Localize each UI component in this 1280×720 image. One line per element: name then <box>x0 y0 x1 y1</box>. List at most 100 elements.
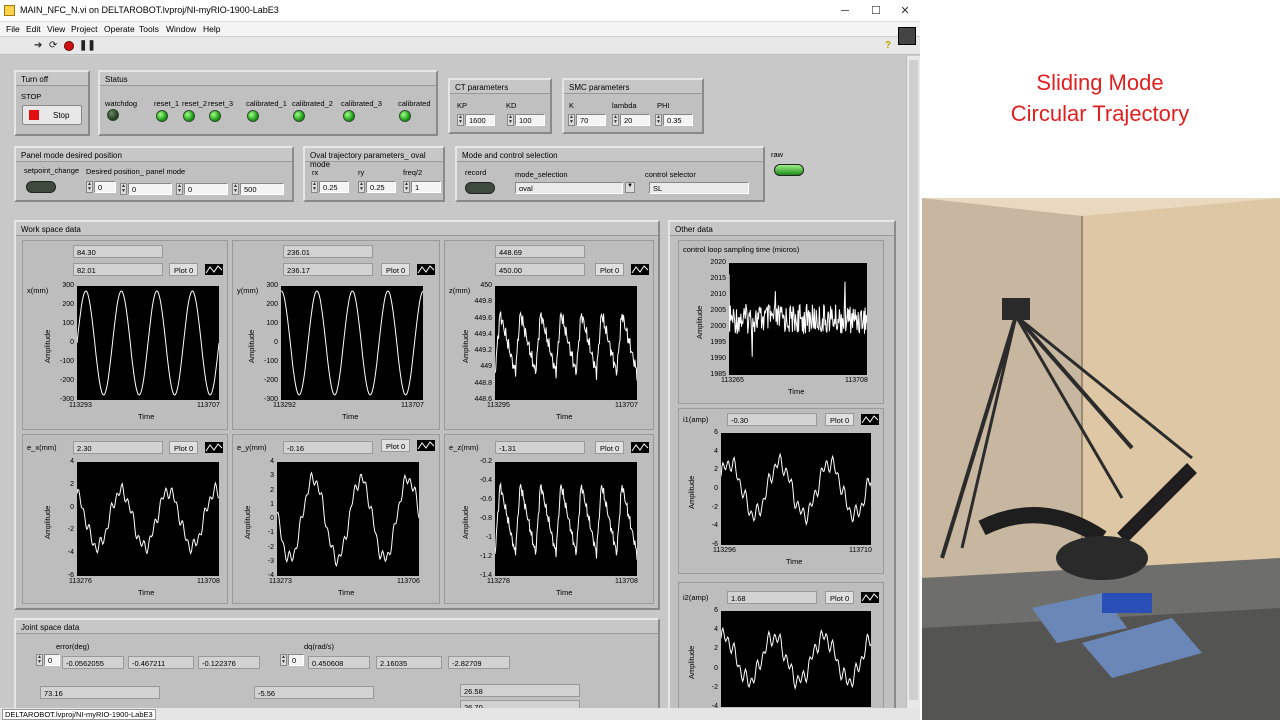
workspace-title: Work space data <box>16 222 658 236</box>
panelmode-title: Panel mode desired position <box>16 148 292 162</box>
ry-label: ry <box>358 168 365 177</box>
kd-input[interactable]: 100 <box>515 114 545 126</box>
desired-y-spin[interactable]: ▲ ▼ <box>176 183 183 195</box>
menu-project[interactable]: Project <box>71 24 97 34</box>
error-index[interactable]: 0 <box>44 654 60 666</box>
pause-icon[interactable]: ❚❚ <box>79 40 96 51</box>
dq-index-spin[interactable]: ▲ ▼ <box>280 654 287 666</box>
help-icon[interactable]: ? <box>885 40 891 51</box>
ez-plot-legend[interactable]: Plot 0 <box>595 441 625 454</box>
i1-plot-label: Plot 0 <box>830 416 850 425</box>
menu-edit[interactable]: Edit <box>26 24 41 34</box>
abort-icon[interactable] <box>64 41 74 51</box>
vi-icon <box>898 27 916 45</box>
desired-index-spin[interactable]: ▲ ▼ <box>86 181 93 193</box>
menu-help[interactable]: Help <box>203 24 220 34</box>
menu-tools[interactable]: Tools <box>139 24 159 34</box>
close-icon[interactable]: ✕ <box>897 3 913 19</box>
ey-ytick: 0 <box>270 515 274 522</box>
mode-selection-dropdown[interactable]: oval <box>515 182 623 194</box>
ry-input[interactable]: 0.25 <box>366 181 396 193</box>
ex-xmax: 113708 <box>197 578 220 585</box>
ct-group: CT parameters KP ▲ ▼ 1600 KD ▲ ▼ 100 <box>448 78 552 134</box>
desired-x[interactable]: 0 <box>128 183 172 195</box>
y-graph: y(mm) 236.01 236.17 Plot 0 300 200 100 0 -100 -20… <box>232 240 440 430</box>
x-series-line <box>77 290 219 396</box>
z-value-1: 448.69 <box>495 245 585 258</box>
ey-plot-legend[interactable]: Plot 0 <box>381 439 411 452</box>
menu-operate[interactable]: Operate <box>104 24 135 34</box>
ey-ytick: 4 <box>270 458 274 465</box>
desired-z-spin[interactable]: ▲ ▼ <box>232 183 239 195</box>
i1-ytick: 6 <box>714 429 718 436</box>
z-plot-legend[interactable]: Plot 0 <box>595 263 625 276</box>
i1-xaxis-title: Time <box>786 557 803 566</box>
x-value-1: 84.30 <box>73 245 163 258</box>
z-graph: z(mm) 448.69 450.00 Plot 0 450 449.8 449.6 449.… <box>444 240 654 430</box>
menu-file[interactable]: File <box>6 24 20 34</box>
joint-value-3: 26.58 <box>460 684 580 697</box>
menu-view[interactable]: View <box>47 24 65 34</box>
run-arrow-icon[interactable]: ➔ <box>34 40 42 51</box>
x-trace <box>77 290 219 396</box>
ry-spin[interactable]: ▲ ▼ <box>358 181 365 193</box>
desired-y[interactable]: 0 <box>184 183 228 195</box>
minimize-icon[interactable]: ─ <box>837 3 853 19</box>
rx-input[interactable]: 0.25 <box>319 181 349 193</box>
ex-ytick: -2 <box>67 526 74 534</box>
phi-spin[interactable]: ▲ ▼ <box>655 114 662 126</box>
phi-input[interactable]: 0.35 <box>663 114 693 126</box>
z-ytick: 448.8 <box>474 379 492 387</box>
control-selector-label: control selector <box>645 170 696 179</box>
ey-value-1: -0.16 <box>283 441 373 454</box>
lambda-spin[interactable]: ▲ ▼ <box>612 114 619 126</box>
desired-x-spin[interactable]: ▲ ▼ <box>120 183 127 195</box>
stop-button[interactable]: Stop <box>22 105 82 125</box>
kp-input[interactable]: 1600 <box>465 114 495 126</box>
dropdown-arrow-icon[interactable]: ▼ <box>625 182 635 193</box>
kp-spin[interactable]: ▲ ▼ <box>457 114 464 126</box>
control-selector[interactable]: SL <box>649 182 749 194</box>
error-index-spin[interactable]: ▲ ▼ <box>36 654 43 666</box>
freq-input[interactable]: 1 <box>411 181 441 193</box>
setpoint-label: setpoint_change <box>24 166 80 175</box>
lambda-input[interactable]: 20 <box>620 114 650 126</box>
y-ytick: 300 <box>266 282 278 289</box>
ey-ytick: -2 <box>267 543 274 551</box>
cal1-led <box>247 110 259 122</box>
setpoint-toggle[interactable] <box>26 181 56 193</box>
loop-plot-area <box>729 263 867 375</box>
scroll-thumb[interactable] <box>909 60 918 700</box>
vertical-scrollbar[interactable] <box>906 56 920 708</box>
run-continuously-icon[interactable]: ⟳ <box>49 40 57 51</box>
ex-xaxis-title: Time <box>138 588 155 597</box>
ey-plot-icon <box>417 440 435 451</box>
freq-spin[interactable]: ▲ ▼ <box>403 181 410 193</box>
rx-spin[interactable]: ▲ ▼ <box>311 181 318 193</box>
loop-trace <box>729 274 867 357</box>
k-input[interactable]: 70 <box>576 114 606 126</box>
kd-spin[interactable]: ▲ ▼ <box>507 114 514 126</box>
menu-window[interactable]: Window <box>166 24 196 34</box>
i2-label: i2(amp) <box>683 593 709 602</box>
desired-z[interactable]: 500 <box>240 183 284 195</box>
i1-plot-legend[interactable]: Plot 0 <box>825 413 855 426</box>
i1-xmin: 113296 <box>713 547 736 554</box>
ey-yaxis-title: Amplitude <box>243 505 252 539</box>
x-ytick: 300 <box>62 282 74 289</box>
desired-index[interactable]: 0 <box>94 181 116 193</box>
record-toggle[interactable] <box>465 182 495 194</box>
raw-label: raw <box>771 150 784 159</box>
mode-group: Mode and control selection record mode_s… <box>455 146 765 202</box>
z-ytick: 450 <box>480 282 492 289</box>
maximize-icon[interactable]: ☐ <box>868 3 884 19</box>
dq-index[interactable]: 0 <box>288 654 304 666</box>
x-plot-legend[interactable]: Plot 0 <box>169 263 199 276</box>
i2-plot-legend[interactable]: Plot 0 <box>825 591 855 604</box>
i2-plot-label: Plot 0 <box>830 594 850 603</box>
ex-plot-legend[interactable]: Plot 0 <box>169 441 199 454</box>
joint-title: Joint space data <box>16 620 658 634</box>
y-plot-legend[interactable]: Plot 0 <box>381 263 411 276</box>
raw-toggle[interactable] <box>774 164 804 176</box>
k-spin[interactable]: ▲ ▼ <box>568 114 575 126</box>
